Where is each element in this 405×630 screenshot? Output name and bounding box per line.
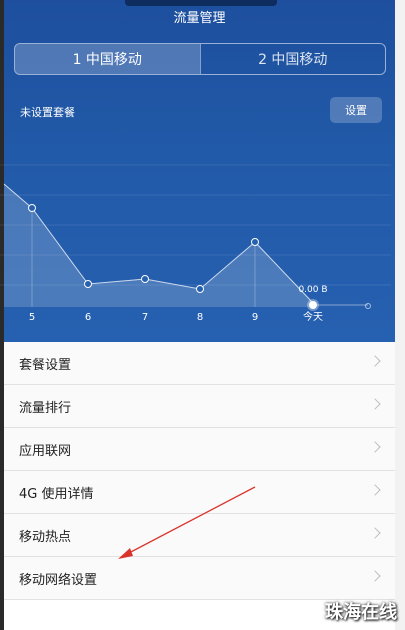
x-tick-8: 8 bbox=[197, 312, 203, 323]
tab-sim-2[interactable]: 2 中国移动 bbox=[199, 44, 386, 74]
menu-item-label: 应用联网 bbox=[19, 443, 72, 459]
point-8 bbox=[196, 285, 204, 293]
usage-area bbox=[4, 184, 313, 307]
chevron-right-icon bbox=[369, 441, 381, 453]
point-today[interactable] bbox=[309, 301, 317, 309]
x-tick-5: 5 bbox=[29, 312, 35, 323]
point-6 bbox=[84, 280, 92, 288]
chevron-right-icon bbox=[369, 570, 381, 582]
watermark-logo: 珠海在线 bbox=[325, 602, 397, 623]
point-5 bbox=[28, 204, 36, 212]
point-7 bbox=[141, 275, 149, 283]
menu-item-traffic-ranking[interactable]: 流量排行 bbox=[4, 385, 395, 428]
menu-item-mobile-network-settings[interactable]: 移动网络设置 bbox=[4, 557, 395, 600]
plan-settings-button[interactable]: 设置 bbox=[330, 97, 382, 123]
x-tick-7: 7 bbox=[142, 312, 148, 323]
menu-item-4g-details[interactable]: 4G 使用详情 bbox=[4, 471, 395, 514]
point-9 bbox=[251, 238, 259, 246]
menu-item-label: 移动网络设置 bbox=[19, 572, 98, 588]
chevron-right-icon bbox=[369, 484, 381, 496]
x-tick-6: 6 bbox=[85, 312, 91, 323]
menu-item-label: 4G 使用详情 bbox=[19, 486, 94, 502]
chevron-right-icon bbox=[369, 527, 381, 539]
tab-sim-1[interactable]: 1 中国移动 bbox=[15, 44, 200, 74]
menu-item-label: 流量排行 bbox=[19, 400, 72, 416]
x-tick-9: 9 bbox=[252, 312, 258, 323]
point-future bbox=[365, 303, 371, 309]
status-notch bbox=[125, 0, 277, 6]
settings-menu: 套餐设置 流量排行 应用联网 4G 使用详情 移动热点 移动网络设置 bbox=[4, 342, 395, 600]
x-tick-today: 今天 bbox=[303, 310, 323, 323]
chevron-right-icon bbox=[369, 355, 381, 367]
menu-item-mobile-hotspot[interactable]: 移动热点 bbox=[4, 514, 395, 557]
menu-item-app-networking[interactable]: 应用联网 bbox=[4, 428, 395, 471]
menu-item-label: 移动热点 bbox=[19, 529, 72, 545]
menu-item-plan-settings[interactable]: 套餐设置 bbox=[4, 342, 395, 385]
today-value-label: 0.00 B bbox=[298, 285, 327, 295]
plan-status-text: 未设置套餐 bbox=[20, 106, 75, 119]
menu-item-label: 套餐设置 bbox=[19, 357, 72, 373]
usage-chart: 0.00 B 5 6 7 8 9 今天 bbox=[0, 164, 391, 323]
chevron-right-icon bbox=[369, 398, 381, 410]
page-title: 流量管理 bbox=[173, 11, 226, 26]
sim-tabs: 1 中国移动 2 中国移动 bbox=[14, 43, 386, 75]
